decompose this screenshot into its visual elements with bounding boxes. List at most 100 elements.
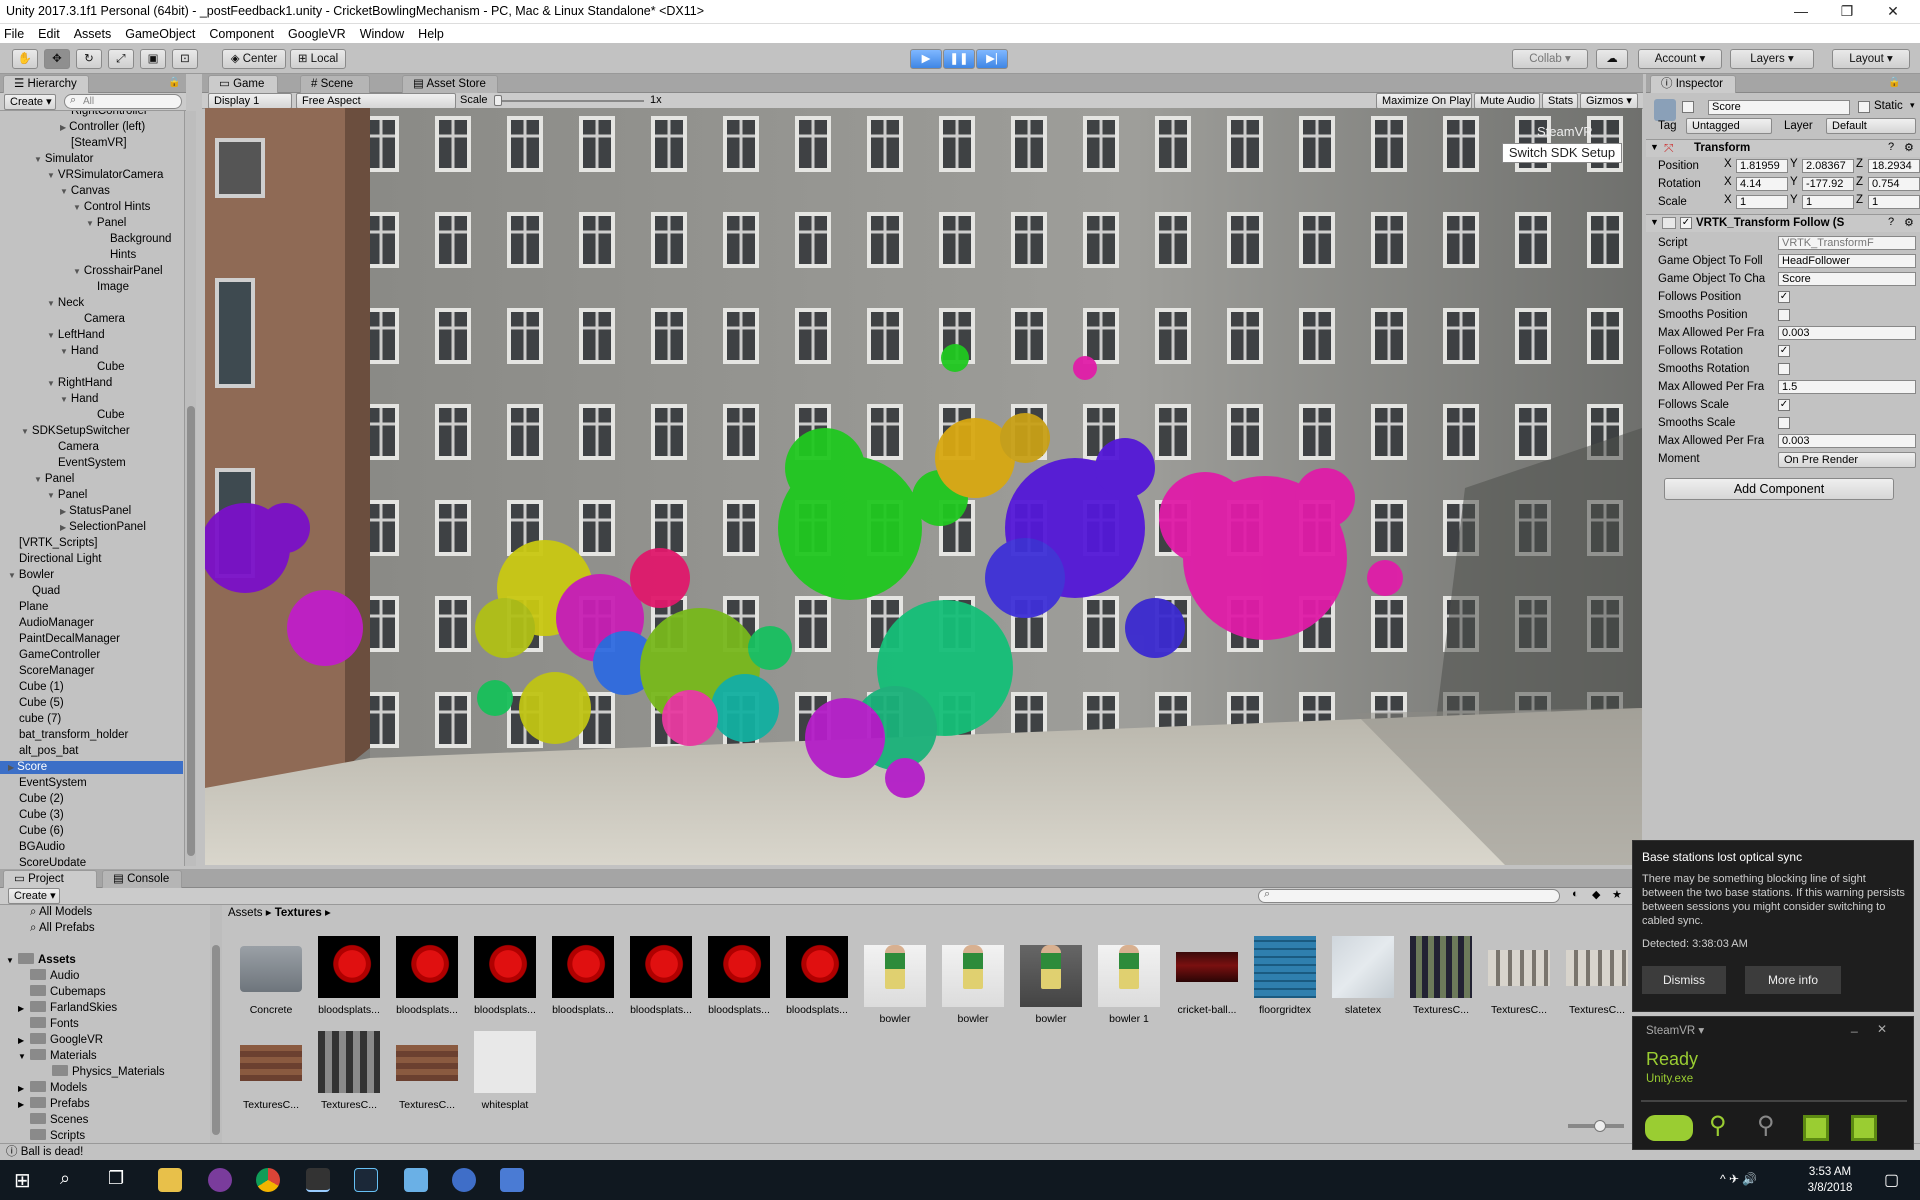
hierarchy-item[interactable]: EventSystem [0,457,183,470]
asset-item[interactable]: TexturesC... [392,1031,462,1111]
transform-pos-z-field[interactable]: 18.2934 [1868,159,1920,173]
hierarchy-item[interactable]: alt_pos_bat [0,745,183,758]
project-folder-item[interactable]: Cubemaps [18,985,106,999]
app-icon[interactable] [208,1168,232,1192]
windows-start-icon[interactable]: ⊞ [14,1168,31,1193]
hierarchy-item[interactable]: [VRTK_Scripts] [0,537,183,550]
chevron-down-icon[interactable]: ▼ [8,571,16,580]
hierarchy-item[interactable]: Camera [0,313,183,326]
hierarchy-item[interactable]: ▼ Hand [0,393,183,406]
chevron-down-icon[interactable]: ▼ [47,331,55,340]
gear-icon[interactable]: ⚙ [1904,141,1914,154]
pivot-center-toggle[interactable]: ◈ Center [222,49,286,69]
hierarchy-item[interactable]: ▼ RightHand [0,377,183,390]
hierarchy-item[interactable]: ▶ Score [0,761,183,774]
transform-rot-y-field[interactable]: -177.92 [1802,177,1854,191]
vrtk-checkbox[interactable]: ✓ [1778,399,1790,411]
minimize-icon[interactable]: _ [1851,1019,1858,1033]
chevron-right-icon[interactable]: ▶ [18,1002,30,1016]
hierarchy-item[interactable]: Cube (6) [0,825,183,838]
hierarchy-scrollbar[interactable] [184,111,196,866]
asset-item[interactable]: TexturesC... [1484,936,1554,1016]
transform-rot-x-field[interactable]: 4.14 [1736,177,1788,191]
unity-icon[interactable] [306,1168,330,1192]
pause-button[interactable]: ❚❚ [943,49,975,69]
vrtk-value-field[interactable]: 1.5 [1778,380,1916,394]
hierarchy-item[interactable]: ▼ Control Hints [0,201,183,214]
hierarchy-item[interactable]: Cube [0,409,183,422]
tab-console[interactable]: ▤ Console [102,870,182,888]
hierarchy-item[interactable]: ScoreManager [0,665,183,678]
hierarchy-item[interactable]: BGAudio [0,841,183,854]
transform-scl-z-field[interactable]: 1 [1868,195,1920,209]
hierarchy-item[interactable]: Cube (3) [0,809,183,822]
hierarchy-item[interactable]: Background [0,233,183,246]
layer-dropdown[interactable]: Default [1826,118,1916,134]
base-station-icon[interactable] [1851,1115,1877,1141]
chevron-down-icon[interactable]: ▼ [47,379,55,388]
asset-item[interactable]: bowler [938,936,1008,1025]
transform-pos-x-field[interactable]: 1.81959 [1736,159,1788,173]
chevron-down-icon[interactable]: ▼ [47,299,55,308]
active-checkbox[interactable] [1682,101,1694,113]
project-folder-item[interactable]: Fonts [18,1017,79,1031]
menu-assets[interactable]: Assets [74,27,112,41]
chevron-down-icon[interactable]: ▼ [21,427,29,436]
hierarchy-item[interactable]: Directional Light [0,553,183,566]
asset-item[interactable]: bloodsplats... [782,936,852,1016]
menu-component[interactable]: Component [209,27,274,41]
hierarchy-item[interactable]: ▶ StatusPanel [0,505,183,518]
game-viewport[interactable]: SteamVR Switch SDK Setup [205,108,1642,865]
asset-item[interactable]: TexturesC... [236,1031,306,1111]
hierarchy-item[interactable]: GameController [0,649,183,662]
account-dropdown[interactable]: Account ▾ [1638,49,1722,69]
folder-tree-scroll-thumb[interactable] [212,945,220,1135]
close-icon[interactable]: ✕ [1877,1022,1887,1036]
tab-project[interactable]: ▭ Project [3,870,97,888]
hierarchy-item[interactable]: bat_transform_holder [0,729,183,742]
asset-item[interactable]: bowler [1016,936,1086,1025]
project-folder-item[interactable]: ▶ FarlandSkies [18,1001,117,1015]
hierarchy-item[interactable]: PaintDecalManager [0,633,183,646]
transform-header[interactable]: ▼ ⤧ Transform ? ⚙ [1646,139,1920,157]
favorite-all-models[interactable]: ⌕ All Models [30,905,92,919]
vrtk-moment-dropdown[interactable]: On Pre Render [1778,452,1916,468]
vrtk-checkbox[interactable]: ✓ [1778,291,1790,303]
status-message[interactable]: Ball is dead! [21,1146,84,1158]
app-icon[interactable] [500,1168,524,1192]
hierarchy-item[interactable]: Cube [0,361,183,374]
transform-tool-icon[interactable]: ⊡ [172,49,198,69]
headset-icon[interactable] [1645,1115,1693,1141]
controller-icon[interactable]: ⚲ [1757,1111,1775,1140]
move-tool-icon[interactable]: ✥ [44,49,70,69]
project-folder-item[interactable]: ▶ Prefabs [18,1097,90,1111]
transform-rot-z-field[interactable]: 0.754 [1868,177,1920,191]
vrtk-enabled-checkbox[interactable]: ✓ [1680,217,1692,229]
chevron-down-icon[interactable]: ▼ [73,203,81,212]
tab-hierarchy[interactable]: ☰ Hierarchy [3,75,89,93]
chevron-right-icon[interactable]: ▶ [60,123,66,132]
hierarchy-item[interactable]: ▶ Controller (left) [0,121,183,134]
tab-game[interactable]: ▭ Game [208,75,278,93]
favorite-all-prefabs[interactable]: ⌕ All Prefabs [30,921,95,935]
asset-item[interactable]: TexturesC... [1406,936,1476,1016]
hierarchy-item[interactable]: RightController [0,111,183,118]
hierarchy-item[interactable]: Cube (1) [0,681,183,694]
transform-scl-x-field[interactable]: 1 [1736,195,1788,209]
asset-item[interactable]: TexturesC... [314,1031,384,1111]
asset-item[interactable]: floorgridtex [1250,936,1320,1016]
chevron-down-icon[interactable]: ▼ [6,954,18,968]
help-icon[interactable]: ? [1888,141,1894,153]
hierarchy-item[interactable]: ▼ LeftHand [0,329,183,342]
vrtk-value-field[interactable]: VRTK_TransformF [1778,236,1916,250]
cloud-icon[interactable]: ☁ [1596,49,1628,69]
hierarchy-item[interactable]: ▼ Panel [0,217,183,230]
asset-item[interactable]: whitesplat [470,1031,540,1111]
stats-toggle[interactable]: Stats [1542,93,1578,109]
filter-label-icon[interactable]: ◆ [1592,888,1600,901]
vrtk-value-field[interactable]: 0.003 [1778,434,1916,448]
hierarchy-item[interactable]: ▼ VRSimulatorCamera [0,169,183,182]
clock[interactable]: 3:53 AM 3/8/2018 [1790,1164,1870,1196]
more-info-button[interactable]: More info [1745,966,1841,994]
collab-button[interactable]: Collab ▾ [1512,49,1588,69]
